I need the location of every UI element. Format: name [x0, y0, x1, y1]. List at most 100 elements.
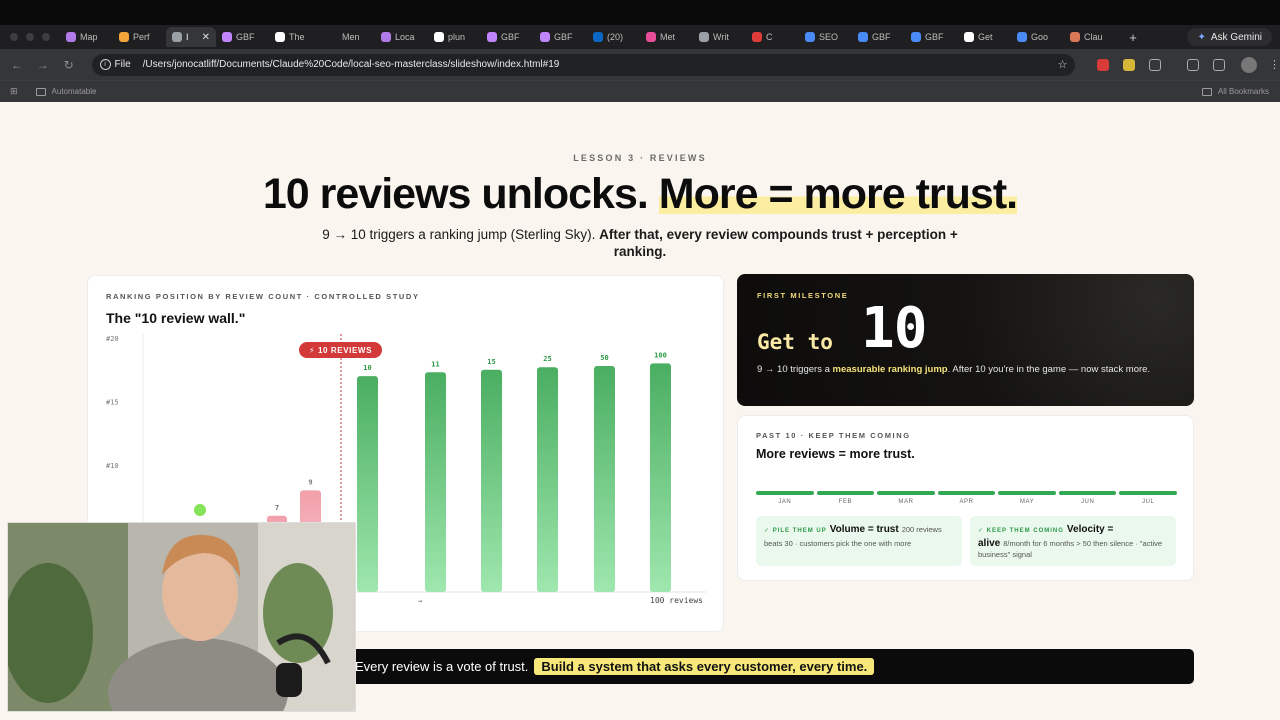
subtitle-plain: 9 → 10 triggers a ranking jump (Sterling…: [322, 227, 600, 242]
month-item: JAN: [756, 491, 814, 505]
month-bar: [816, 491, 875, 495]
volume-box: ✓ PILE THEM UP Volume = trust 200 reviews …: [756, 516, 962, 566]
site-info-icon[interactable]: i: [99, 59, 111, 70]
chart-eyebrow: RANKING POSITION BY REVIEW COUNT · CONTR…: [106, 292, 420, 301]
bar-value-label: 10: [363, 364, 371, 372]
month-label: APR: [959, 499, 974, 505]
system-top-strip: [0, 0, 1280, 25]
volume-heading: Volume = trust: [829, 524, 899, 535]
tab-label: Men: [342, 32, 360, 42]
tab-favicon-icon: [805, 32, 815, 42]
tab-label: GBF: [554, 32, 573, 42]
milestone-get-to: Get to: [757, 330, 833, 354]
browser-tab[interactable]: Loca: [375, 27, 428, 47]
tab-label: I: [186, 32, 189, 42]
headline-part1: 10 reviews unlocks.: [262, 170, 659, 218]
milestone-desc-highlight: measurable ranking jump: [832, 364, 948, 375]
presenter-webcam-image: [8, 523, 355, 711]
bookmark-folder-automatable[interactable]: Automatable: [35, 87, 96, 96]
chart-bar: [650, 363, 671, 592]
browser-tab[interactable]: Met: [640, 27, 693, 47]
tab-favicon-icon: [434, 32, 444, 42]
tab-favicon-icon: [646, 32, 656, 42]
chart-bar: [357, 376, 378, 592]
extensions-puzzle-icon[interactable]: [1149, 58, 1162, 71]
address-bar-row: ← → ↻ i File /Users/jonocatliff/Document…: [0, 49, 1280, 80]
chart-bar: [594, 365, 615, 592]
velocity-box: ✓ KEEP THEM COMING Velocity = alive 8/mont…: [970, 516, 1176, 566]
browser-tab[interactable]: (20): [587, 27, 640, 47]
past-ten-title: More reviews = more trust.: [756, 447, 915, 461]
milestone-description: 9 → 10 triggers a measurable ranking jum…: [757, 363, 1177, 376]
folder-icon: [35, 87, 46, 96]
forward-icon[interactable]: →: [30, 58, 56, 72]
browser-tab[interactable]: GBF: [534, 27, 587, 47]
browser-tab[interactable]: GBF: [216, 27, 269, 47]
menu-kebab-icon[interactable]: ⋮: [1269, 58, 1280, 71]
profile-avatar[interactable]: [1241, 56, 1258, 73]
browser-tab[interactable]: Men: [322, 27, 375, 47]
browser-tab[interactable]: GBF: [481, 27, 534, 47]
bar-value-label: 7: [275, 504, 279, 512]
tab-label: GBF: [501, 32, 520, 42]
bottom-banner: Every review is a vote of trust. Build a…: [310, 649, 1194, 684]
tab-favicon-icon: [381, 32, 391, 42]
browser-tab[interactable]: Get: [958, 27, 1011, 47]
ask-gemini-button[interactable]: ✦ Ask Gemini: [1187, 28, 1272, 46]
extension-icon-red[interactable]: [1097, 58, 1110, 71]
browser-tab[interactable]: GBF: [905, 27, 958, 47]
browser-tab[interactable]: plun: [428, 27, 481, 47]
browser-tab[interactable]: Map: [60, 27, 113, 47]
volume-tag: ✓ PILE THEM UP: [764, 528, 827, 534]
side-panel-icon[interactable]: [1187, 58, 1200, 71]
tab-label: GBF: [872, 32, 891, 42]
tab-label: Goo: [1031, 32, 1049, 42]
past-ten-card: PAST 10 · KEEP THEM COMING More reviews …: [737, 415, 1194, 581]
apps-grid-icon[interactable]: ⊞: [10, 86, 18, 97]
tab-favicon-icon: [487, 32, 497, 42]
browser-tab[interactable]: C: [746, 27, 799, 47]
browser-tab[interactable]: Perf: [113, 27, 166, 47]
address-input[interactable]: i File /Users/jonocatliff/Documents/Clau…: [91, 53, 1076, 76]
x-footer-arrow: →: [418, 597, 422, 605]
lesson-eyebrow: LESSON 3 · REVIEWS: [573, 153, 707, 163]
month-bar: [1058, 491, 1117, 495]
tab-label: Map: [80, 32, 98, 42]
close-tab-icon[interactable]: ✕: [202, 32, 210, 43]
download-icon[interactable]: [1213, 58, 1226, 71]
chart-bar: [425, 372, 446, 592]
tab-label: GBF: [925, 32, 944, 42]
headline-highlight: More = more trust.: [658, 170, 1018, 218]
tab-favicon-icon: [858, 32, 868, 42]
tab-label: C: [766, 32, 773, 42]
browser-tab[interactable]: Writ: [693, 27, 746, 47]
reload-icon[interactable]: ↻: [56, 58, 82, 72]
bookmark-star-icon[interactable]: ☆: [1058, 58, 1068, 71]
browser-tab[interactable]: I ✕: [166, 27, 216, 47]
chart-title: The "10 review wall.": [106, 310, 246, 326]
new-tab-button[interactable]: +: [1123, 30, 1143, 45]
chart-bar: [537, 367, 558, 592]
browser-tab[interactable]: The: [269, 27, 322, 47]
extension-icon-yellow[interactable]: [1123, 58, 1136, 71]
browser-tab[interactable]: SEO: [799, 27, 852, 47]
ask-gemini-label: Ask Gemini: [1210, 31, 1262, 43]
back-icon[interactable]: ←: [4, 58, 30, 72]
all-bookmarks-button[interactable]: All Bookmarks: [1201, 87, 1269, 96]
banner-plain: Every review is a vote of trust.: [355, 659, 529, 674]
tab-list: Map Perf I ✕ GBF The Men Loca plun GBF GBF (20) Met W…: [60, 27, 1117, 47]
browser-tab[interactable]: Clau: [1064, 27, 1117, 47]
month-label: MAR: [898, 499, 914, 505]
milestone-eyebrow: FIRST MILESTONE: [757, 291, 849, 300]
month-item: APR: [937, 491, 996, 505]
browser-tab[interactable]: Goo: [1011, 27, 1064, 47]
tab-label: Get: [978, 32, 993, 42]
month-bar: [877, 491, 935, 495]
month-bar: [937, 491, 996, 495]
month-bar: [998, 491, 1056, 495]
address-url: /Users/jonocatliff/Documents/Claude%20Co…: [142, 59, 560, 70]
browser-tab[interactable]: GBF: [852, 27, 905, 47]
tab-favicon-icon: [911, 32, 921, 42]
tab-favicon-icon: [540, 32, 550, 42]
ten-review-wall-badge: ⚡ 10 REVIEWS: [299, 342, 382, 358]
